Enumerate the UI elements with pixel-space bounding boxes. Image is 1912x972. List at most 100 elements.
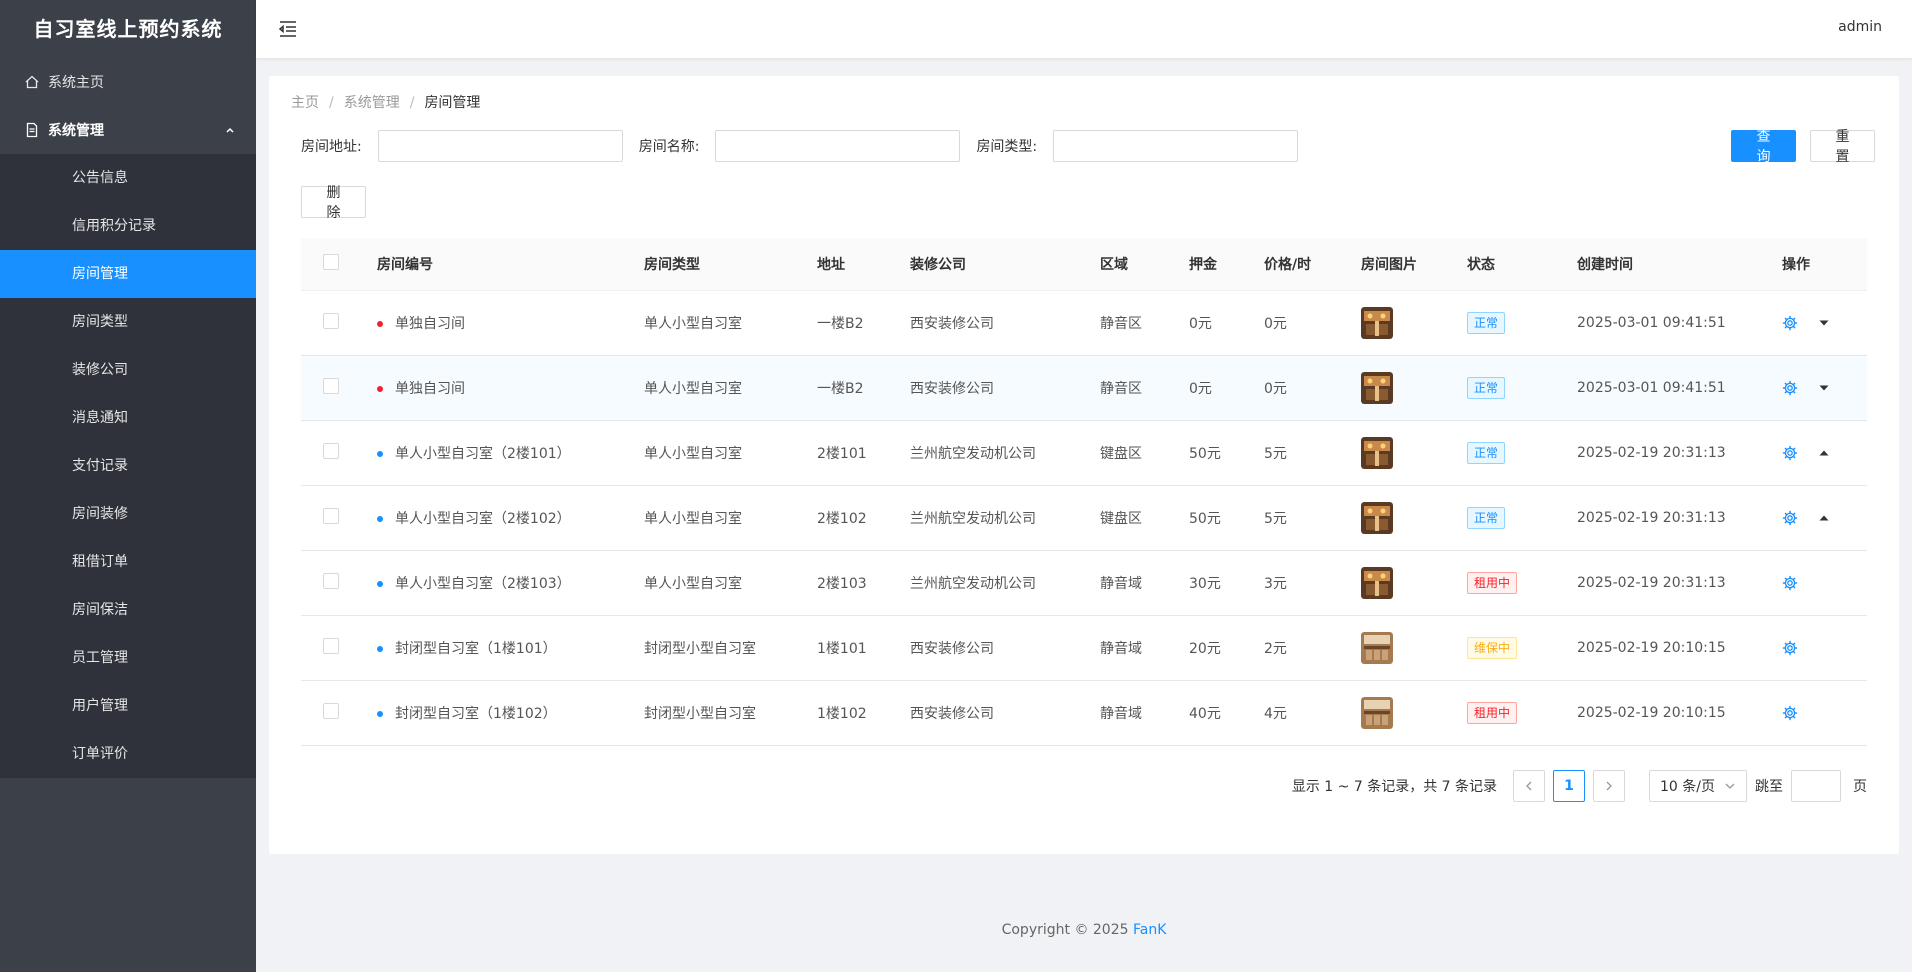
sidebar-item[interactable]: 装修公司 xyxy=(0,346,256,394)
status-dot xyxy=(377,711,383,717)
table-row[interactable]: 封闭型自习室（1楼101） 封闭型小型自习室 1楼101 西安装修公司 静音域 20元 2元… xyxy=(301,616,1867,681)
created-time: 2025-03-01 09:41:51 xyxy=(1577,315,1726,331)
room-photo[interactable] xyxy=(1361,697,1393,729)
room-photo[interactable] xyxy=(1361,372,1393,404)
sidebar-item-home[interactable]: 系统主页 xyxy=(0,58,256,106)
decor-company: 西安装修公司 xyxy=(910,381,994,397)
breadcrumb-section[interactable]: 系统管理 xyxy=(344,95,400,111)
gear-icon[interactable] xyxy=(1782,640,1798,656)
next-page-button[interactable] xyxy=(1593,770,1625,802)
room-photo[interactable] xyxy=(1361,632,1393,664)
chevron-up-icon xyxy=(226,127,234,133)
sidebar-item[interactable]: 房间类型 xyxy=(0,298,256,346)
row-checkbox[interactable] xyxy=(323,638,339,654)
room-number: 单人小型自习室（2楼101） xyxy=(395,446,571,462)
status-badge: 正常 xyxy=(1467,507,1506,529)
room-status-cell: 租用中 xyxy=(1467,572,1577,594)
sidebar-item[interactable]: 信用积分记录 xyxy=(0,202,256,250)
page-size-select[interactable]: 10 条/页 xyxy=(1649,770,1747,802)
column-header: 创建时间 xyxy=(1577,257,1633,273)
footer-brand-link[interactable]: FanK xyxy=(1133,922,1166,938)
room-image-cell xyxy=(1361,502,1467,534)
table-row[interactable]: 封闭型自习室（1楼102） 封闭型小型自习室 1楼102 西安装修公司 静音域 40元 4元… xyxy=(301,681,1867,746)
room-address: 1楼101 xyxy=(817,641,867,657)
query-button[interactable]: 查 询 xyxy=(1731,129,1796,165)
column-header: 装修公司 xyxy=(910,257,966,273)
main-card: 主页 / 系统管理 / 房间管理 房间地址: 房间名称: 房间类型: 查 询 重 置 删… xyxy=(269,76,1899,854)
decor-company: 西安装修公司 xyxy=(910,641,994,657)
address-input[interactable] xyxy=(377,130,623,162)
row-checkbox[interactable] xyxy=(323,573,339,589)
status-badge: 租用中 xyxy=(1467,572,1518,594)
table-body: 单独自习间 单人小型自习室 一楼B2 西安装修公司 静音区 0元 0元 正常 2025-03-0… xyxy=(301,291,1867,746)
gear-icon[interactable] xyxy=(1782,510,1798,526)
row-checkbox[interactable] xyxy=(323,508,339,524)
sidebar-item[interactable]: 订单评价 xyxy=(0,730,256,778)
row-actions xyxy=(1782,315,1867,331)
room-photo[interactable] xyxy=(1361,437,1393,469)
caret-down-icon[interactable] xyxy=(1818,317,1830,329)
room-type: 单人小型自习室 xyxy=(644,381,742,397)
caret-up-icon[interactable] xyxy=(1818,447,1830,459)
gear-icon[interactable] xyxy=(1782,575,1798,591)
decor-company: 兰州航空发动机公司 xyxy=(910,511,1036,527)
room-number: 单人小型自习室（2楼102） xyxy=(395,511,571,527)
document-icon xyxy=(26,122,38,138)
sidebar-item[interactable]: 房间管理 xyxy=(0,250,256,298)
created-time: 2025-03-01 09:41:51 xyxy=(1577,380,1726,396)
table-row[interactable]: 单人小型自习室（2楼101） 单人小型自习室 2楼101 兰州航空发动机公司 键盘区 50… xyxy=(301,421,1867,486)
gear-icon[interactable] xyxy=(1782,380,1798,396)
select-all-checkbox[interactable] xyxy=(323,254,339,270)
caret-up-icon[interactable] xyxy=(1818,512,1830,524)
column-header: 状态 xyxy=(1467,257,1495,273)
sidebar-item[interactable]: 消息通知 xyxy=(0,394,256,442)
page-button-current[interactable]: 1 xyxy=(1553,770,1585,802)
table-row[interactable]: 单独自习间 单人小型自习室 一楼B2 西安装修公司 静音区 0元 0元 正常 2025-03-0… xyxy=(301,291,1867,356)
room-status-cell: 租用中 xyxy=(1467,702,1577,724)
sidebar-item[interactable]: 租借订单 xyxy=(0,538,256,586)
room-photo[interactable] xyxy=(1361,567,1393,599)
sidebar-item[interactable]: 用户管理 xyxy=(0,682,256,730)
row-select-cell xyxy=(301,443,377,463)
status-dot xyxy=(377,386,383,392)
menu-fold-icon[interactable] xyxy=(278,19,298,39)
row-checkbox[interactable] xyxy=(323,313,339,329)
sidebar-item[interactable]: 支付记录 xyxy=(0,442,256,490)
breadcrumb-separator: / xyxy=(329,95,334,111)
user-name[interactable]: admin xyxy=(1838,19,1882,35)
row-checkbox[interactable] xyxy=(323,378,339,394)
row-checkbox[interactable] xyxy=(323,703,339,719)
room-area: 静音区 xyxy=(1100,381,1142,397)
sidebar-item[interactable]: 员工管理 xyxy=(0,634,256,682)
breadcrumb-home[interactable]: 主页 xyxy=(291,95,319,111)
room-deposit: 30元 xyxy=(1189,576,1221,592)
type-input[interactable] xyxy=(1053,130,1299,162)
sidebar-item[interactable]: 公告信息 xyxy=(0,154,256,202)
table-row[interactable]: 单人小型自习室（2楼102） 单人小型自习室 2楼102 兰州航空发动机公司 键盘区 50… xyxy=(301,486,1867,551)
room-status-cell: 正常 xyxy=(1467,312,1577,334)
table-row[interactable]: 单独自习间 单人小型自习室 一楼B2 西安装修公司 静音区 0元 0元 正常 2025-03-0… xyxy=(301,356,1867,421)
gear-icon[interactable] xyxy=(1782,705,1798,721)
row-actions xyxy=(1782,705,1867,721)
status-dot xyxy=(377,646,383,652)
sidebar-item[interactable]: 房间装修 xyxy=(0,490,256,538)
table-row[interactable]: 单人小型自习室（2楼103） 单人小型自习室 2楼103 兰州航空发动机公司 静音域 30… xyxy=(301,551,1867,616)
room-photo[interactable] xyxy=(1361,502,1393,534)
prev-page-button[interactable] xyxy=(1513,770,1545,802)
sidebar-item[interactable]: 房间保洁 xyxy=(0,586,256,634)
room-address: 2楼103 xyxy=(817,576,867,592)
sidebar-group-system[interactable]: 系统管理 xyxy=(0,106,256,154)
status-badge: 正常 xyxy=(1467,377,1506,399)
row-checkbox[interactable] xyxy=(323,443,339,459)
reset-button[interactable]: 重 置 xyxy=(1810,129,1875,165)
sidebar-submenu: 公告信息 信用积分记录 房间管理 房间类型 装修公司 消息通知 支付记录 房间装修 租借订单 房间… xyxy=(0,154,256,778)
room-deposit: 0元 xyxy=(1189,381,1212,397)
caret-down-icon[interactable] xyxy=(1818,382,1830,394)
room-photo[interactable] xyxy=(1361,307,1393,339)
gear-icon[interactable] xyxy=(1782,315,1798,331)
gear-icon[interactable] xyxy=(1782,445,1798,461)
jump-page-input[interactable] xyxy=(1791,770,1841,802)
name-input[interactable] xyxy=(715,130,961,162)
delete-button[interactable]: 删 除 xyxy=(301,185,366,221)
status-badge: 租用中 xyxy=(1467,702,1518,724)
